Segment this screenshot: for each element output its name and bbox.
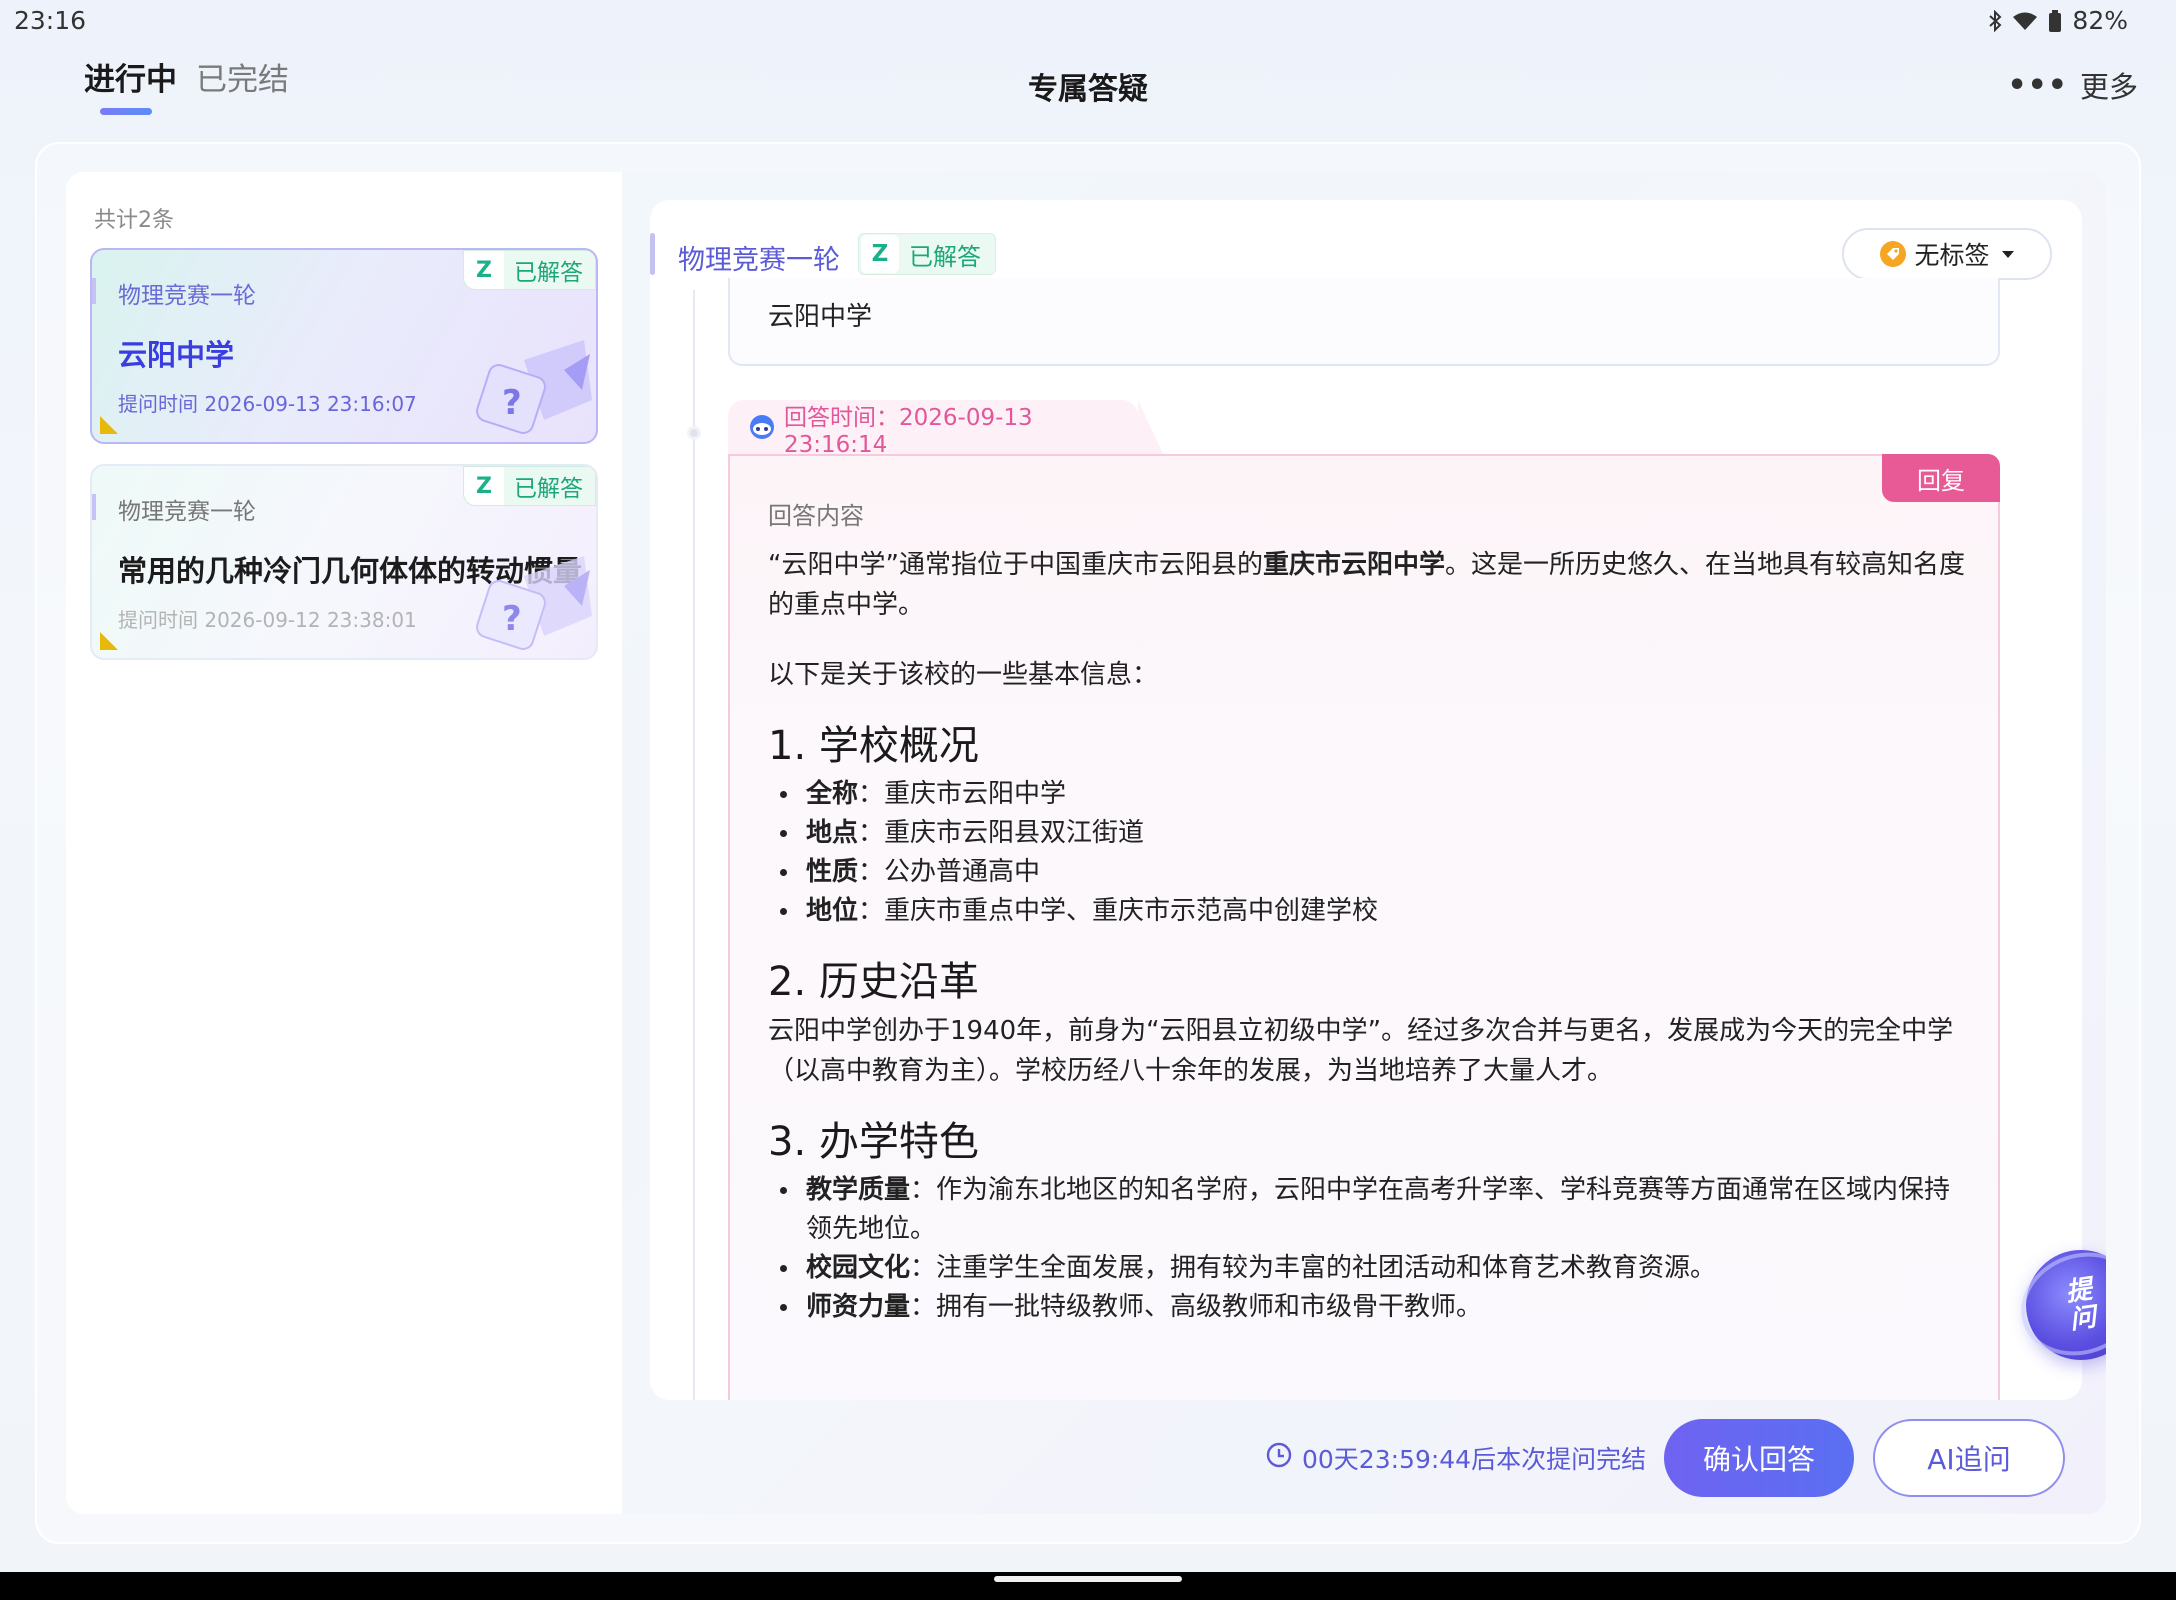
item-value: ：重庆市重点中学、重庆市示范高中创建学校	[858, 896, 1379, 926]
timeline-dot	[687, 426, 701, 440]
question-card-selected[interactable]: Z 已解答 物理竞赛一轮 云阳中学 提问时间 2026-09-13 23:16:…	[90, 248, 598, 444]
list-item: 教学质量：作为渝东北地区的知名学府，云阳中学在高考升学率、学科竞赛等方面通常在区…	[768, 1171, 1968, 1249]
detail-subject: 物理竞赛一轮	[678, 245, 840, 276]
item-value: ：拥有一批特级教师、高级教师和市级骨干教师。	[910, 1292, 1483, 1322]
answer-time: 回答时间：2026-09-13 23:16:14	[784, 405, 1033, 458]
answer-content: 回答内容 “云阳中学”通常指位于中国重庆市云阳县的重庆市云阳中学。这是一所历史悠…	[768, 496, 1968, 1327]
more-button[interactable]: ••• 更多	[2007, 64, 2138, 106]
z-icon: Z	[861, 235, 899, 273]
tag-icon	[1880, 241, 1907, 267]
answered-badge: Z 已解答	[858, 233, 996, 275]
list-item: 全称：重庆市云阳中学	[768, 775, 1968, 814]
answered-badge-label: 已解答	[909, 242, 981, 271]
answered-badge: Z 已解答	[463, 466, 596, 506]
battery-icon	[2048, 9, 2062, 32]
z-icon: Z	[464, 251, 504, 289]
question-count: 共计2条	[94, 208, 174, 233]
answer-intro: “云阳中学”通常指位于中国重庆市云阳县的重庆市云阳中学。这是一所历史悠久、在当地…	[768, 545, 1968, 625]
countdown-text: 00天23:59:44后本次提问完结	[1302, 1445, 1647, 1474]
answer-time-tab: 回答时间：2026-09-13 23:16:14	[728, 400, 1164, 458]
section-heading: 3. 办学特色	[768, 1119, 979, 1165]
item-key: 地点	[806, 818, 859, 848]
answer-label: 回答内容	[768, 502, 864, 530]
confirm-answer-button[interactable]: 确认回答	[1664, 1419, 1854, 1497]
list-item: 地点：重庆市云阳县双江街道	[768, 814, 1968, 853]
ai-followup-button[interactable]: AI追问	[1873, 1419, 2065, 1497]
z-icon: Z	[464, 467, 504, 505]
page-title: 专属答疑	[1028, 72, 1148, 107]
detail-area: 物理竞赛一轮 Z 已解答 无标签 云阳中学 回答时间：2026-09-13 23…	[622, 172, 2106, 1514]
battery-level: 82%	[2072, 6, 2128, 35]
clock-icon	[1266, 1442, 1292, 1474]
features-list: 教学质量：作为渝东北地区的知名学府，云阳中学在高考升学率、学科竞赛等方面通常在区…	[768, 1171, 1968, 1327]
tag-label: 无标签	[1914, 241, 1990, 270]
status-time: 23:16	[14, 6, 87, 35]
item-value: ：注重学生全面发展，拥有较为丰富的社团活动和体育艺术教育资源。	[910, 1253, 1717, 1283]
card-time: 提问时间 2026-09-12 23:38:01	[118, 608, 417, 632]
item-key: 师资力量	[806, 1292, 911, 1322]
svg-text:?: ?	[502, 383, 522, 423]
detail-header: 物理竞赛一轮 Z 已解答 无标签	[650, 200, 2082, 290]
history-paragraph: 云阳中学创办于1940年，前身为“云阳县立初级中学”。经过多次合并与更名，发展成…	[768, 1016, 1954, 1086]
item-value: ：作为渝东北地区的知名学府，云阳中学在高考升学率、学科竞赛等方面通常在区域内保持…	[806, 1175, 1951, 1244]
intro-bold: 重庆市云阳中学	[1262, 550, 1445, 580]
more-dots-icon: •••	[2007, 67, 2068, 103]
question-detail[interactable]: 物理竞赛一轮 Z 已解答 无标签 云阳中学 回答时间：2026-09-13 23…	[650, 200, 2082, 1400]
svg-text:?: ?	[502, 599, 522, 639]
corner-flag-icon	[100, 632, 118, 650]
card-subject: 物理竞赛一轮	[92, 276, 256, 310]
robot-avatar-icon	[748, 413, 776, 443]
card-subject: 物理竞赛一轮	[92, 492, 256, 526]
question-card[interactable]: Z 已解答 物理竞赛一轮 常用的几种冷门几何体体的转动惯量 提问时间 2026-…	[90, 464, 598, 660]
list-item: 校园文化：注重学生全面发展，拥有较为丰富的社团活动和体育艺术教育资源。	[768, 1249, 1968, 1288]
bluetooth-icon	[1988, 9, 2002, 32]
question-list-sidebar: 共计2条 Z 已解答 物理竞赛一轮 云阳中学 提问时间 2026-09-13 2…	[66, 172, 622, 1514]
question-card-icon: ?	[476, 556, 592, 650]
question-card-icon: ?	[476, 340, 592, 434]
item-value: ：公办普通高中	[858, 857, 1041, 887]
question-box: 云阳中学	[728, 278, 2000, 366]
chevron-down-icon	[2001, 250, 2014, 258]
tab-completed[interactable]: 已完结	[196, 54, 289, 99]
section-heading: 2. 历史沿革	[768, 959, 979, 1005]
list-item: 地位：重庆市重点中学、重庆市示范高中创建学校	[768, 892, 1968, 931]
question-text: 云阳中学	[768, 302, 873, 332]
list-item: 师资力量：拥有一批特级教师、高级教师和市级骨干教师。	[768, 1288, 1968, 1327]
answered-badge-label: 已解答	[514, 260, 583, 286]
countdown: 00天23:59:44后本次提问完结	[1266, 1440, 1646, 1476]
item-value: ：重庆市云阳县双江街道	[858, 818, 1145, 848]
answered-badge: Z 已解答	[463, 250, 596, 290]
list-item: 性质：公办普通高中	[768, 853, 1968, 892]
corner-flag-icon	[100, 416, 118, 434]
reply-button[interactable]: 回复	[1882, 454, 2000, 502]
item-value: ：重庆市云阳中学	[858, 779, 1067, 809]
card-title: 云阳中学	[118, 338, 235, 372]
section-heading: 1. 学校概况	[768, 723, 979, 769]
item-key: 全称	[806, 779, 859, 809]
basic-info-text: 以下是关于该校的一些基本信息：	[768, 660, 1159, 690]
tag-dropdown[interactable]: 无标签	[1842, 228, 2052, 280]
more-label: 更多	[2079, 70, 2138, 104]
item-key: 校园文化	[806, 1253, 911, 1283]
wifi-icon	[2012, 11, 2038, 31]
item-key: 教学质量	[806, 1175, 911, 1205]
status-icons: 82%	[1988, 6, 2128, 35]
overview-list: 全称：重庆市云阳中学 地点：重庆市云阳县双江街道 性质：公办普通高中 地位：重庆…	[768, 775, 1968, 931]
item-key: 性质	[806, 857, 859, 887]
tab-in-progress[interactable]: 进行中	[84, 54, 177, 115]
subject-marker	[650, 233, 655, 275]
main-panel: 共计2条 Z 已解答 物理竞赛一轮 云阳中学 提问时间 2026-09-13 2…	[66, 172, 2106, 1514]
card-time: 提问时间 2026-09-13 23:16:07	[118, 392, 417, 416]
status-bar: 23:16 82%	[0, 0, 2176, 44]
answer-box: 回复 回答内容 “云阳中学”通常指位于中国重庆市云阳县的重庆市云阳中学。这是一所…	[728, 454, 2000, 1400]
page-title-wrap: 专属答疑	[0, 64, 2176, 108]
item-key: 地位	[806, 896, 859, 926]
timeline-line	[693, 290, 695, 1400]
home-handle[interactable]	[994, 1576, 1182, 1582]
intro-text: “云阳中学”通常指位于中国重庆市云阳县的	[768, 550, 1263, 580]
answered-badge-label: 已解答	[514, 476, 583, 502]
